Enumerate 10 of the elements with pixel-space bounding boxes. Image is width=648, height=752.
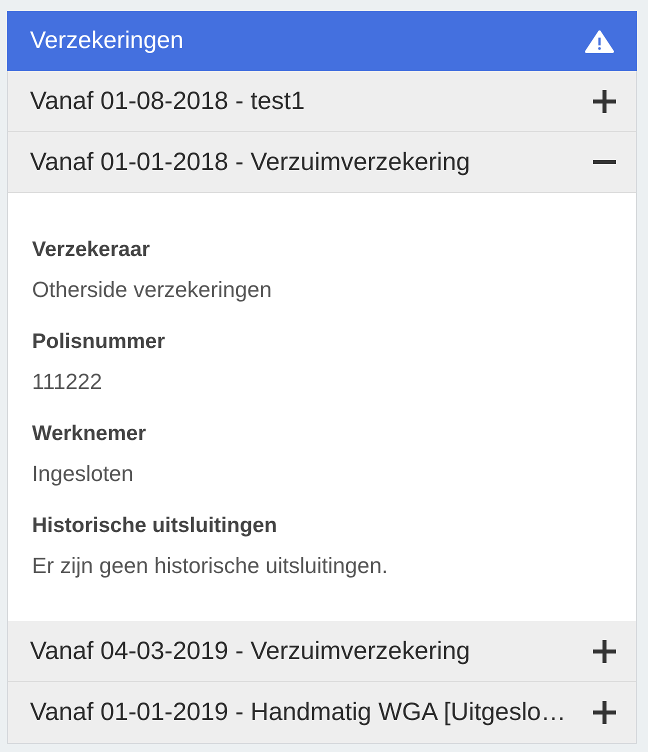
field-value: Ingesloten [32, 461, 135, 487]
field-label: Werknemer [32, 421, 148, 447]
warning-icon [584, 28, 615, 54]
field-value: 111222 [32, 369, 104, 395]
field-label: Verzekeraar [32, 237, 151, 263]
field-value: Er zijn geen historische uitsluitingen. [32, 553, 389, 579]
field-value: Otherside verzekeringen [32, 277, 273, 303]
field-label: Polisnummer [32, 329, 166, 355]
panel-title: Verzekeringen [30, 27, 184, 55]
field-label: Historische uitsluitingen [32, 513, 278, 539]
